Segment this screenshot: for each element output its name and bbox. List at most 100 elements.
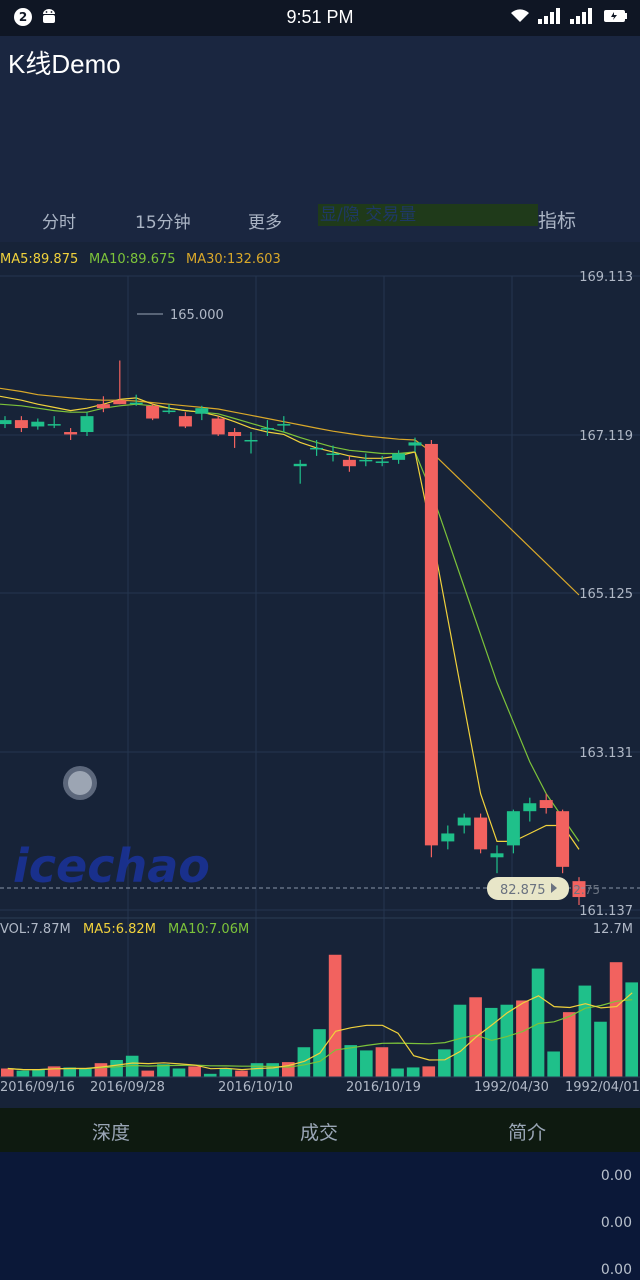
volume-bar [1,1068,14,1077]
volume-bar [344,1045,358,1077]
candle-body [260,428,274,430]
candle-body [228,432,242,437]
tab-depth[interactable]: 深度 [92,1118,130,1145]
high-marker-label: 165.000 [170,308,224,323]
volume-bar [578,985,592,1077]
candle-body [96,404,110,409]
app-bar: K线Demo [0,36,640,196]
depth-value: 0.00 [600,1262,632,1278]
tab-15min[interactable]: 15分钟 [135,208,191,233]
wifi-icon [511,9,529,22]
depth-value: 0.00 [600,1168,632,1184]
volume-bar [594,1021,607,1077]
volume-bar [47,1066,61,1077]
volume-bar [235,1070,248,1077]
candle-body [277,424,291,426]
tab-timeshare[interactable]: 分时 [42,208,76,233]
price-tick: 163.131 [579,746,633,761]
volume-bar [141,1070,155,1077]
candle-body [424,443,438,846]
current-price-label: 82.875 [500,883,546,898]
volume-bar [438,1049,451,1077]
tab-trades[interactable]: 成交 [300,1118,338,1145]
ma30-legend: MA30:132.603 [186,252,281,267]
candle-body [441,833,455,842]
ma5-legend: MA5:89.875 [0,252,78,267]
candle-body [523,803,537,812]
volume-bar [32,1069,45,1077]
candle-body [375,461,389,463]
app-title: K线Demo [8,49,121,79]
period-tabs: 分时 15分钟 更多 显/隐 交易量 指标 [0,196,640,242]
current-price-right: 2.75 [573,883,600,897]
price-tick: 161.137 [579,904,633,919]
candle-body [31,421,45,427]
volume-bar [375,1047,389,1077]
volume-bar [609,962,623,1077]
volume-bar [94,1063,108,1077]
candle-body [539,800,553,809]
depth-value: 0.00 [600,1215,632,1231]
candle-body [64,432,78,435]
candle-body [408,442,422,446]
volume-bar [110,1059,123,1077]
candle-body [293,463,307,467]
watermark: icechao [13,839,210,893]
vol-ma10-legend: MA10:7.06M [168,922,249,937]
volume-bar [391,1068,404,1077]
candle-body [14,420,28,429]
touch-indicator-dot [68,771,92,795]
toggle-volume-button[interactable]: 显/隐 交易量 [318,204,538,226]
volume-bar [484,1007,498,1077]
candle-body [457,817,471,826]
volume-bar [250,1063,264,1077]
candle-body [342,459,356,467]
candle-body [178,416,192,427]
candle-body [556,811,570,867]
date-tick: 2016/10/10 [218,1080,293,1095]
volume-bar [266,1063,279,1077]
date-tick: 2016/10/19 [346,1080,421,1095]
price-tick: 165.125 [579,587,633,602]
tab-intro[interactable]: 简介 [508,1118,546,1145]
volume-bar [188,1066,201,1077]
candle-body [326,453,340,455]
vol-max-label: 12.7M [593,922,633,937]
battery-icon [604,10,627,22]
vol-ma5-legend: MA5:6.82M [83,922,156,937]
volume-bar [328,954,342,1077]
volume-bar [516,1000,529,1077]
status-bar: 2 9:51 PM [0,0,640,36]
candle-body [506,811,520,846]
tab-indicators[interactable]: 指标 [538,206,576,233]
candle-body [490,853,504,858]
date-tick: 1992/04/30 [474,1080,549,1095]
candle-body [244,439,258,442]
candle-body [47,424,61,426]
tab-more[interactable]: 更多 [248,208,282,233]
candle-body [392,453,406,460]
date-tick: 2016/09/28 [90,1080,165,1095]
candle-body [80,416,94,433]
volume-bar [547,1051,560,1077]
candle-body [129,402,143,405]
volume-bar [453,1004,467,1077]
volume-bar [406,1067,420,1077]
date-tick: 2016/09/16 [0,1080,75,1095]
volume-bar [422,1066,436,1077]
depth-chart[interactable]: 0.00 0.00 0.00 [0,1152,640,1280]
bottom-tabs: 深度 成交 简介 [0,1108,640,1152]
volume-bar [172,1068,186,1077]
price-tick: 167.119 [579,429,633,444]
kline-chart[interactable]: MA5:89.875 MA10:89.675 MA30:132.603 169.… [0,242,640,1108]
volume-bar [562,1012,576,1077]
candle-body [195,408,209,414]
volume-bar [360,1050,373,1077]
volume-bar [219,1068,233,1077]
kline-chart-svg[interactable]: MA5:89.875 MA10:89.675 MA30:132.603 169.… [0,242,640,1108]
volume-bar [16,1070,30,1077]
date-tick: 1992/04/01 [565,1080,640,1095]
candle-body [211,418,225,435]
vol-legend: VOL:7.87M [0,922,71,937]
candle-body [359,459,373,462]
